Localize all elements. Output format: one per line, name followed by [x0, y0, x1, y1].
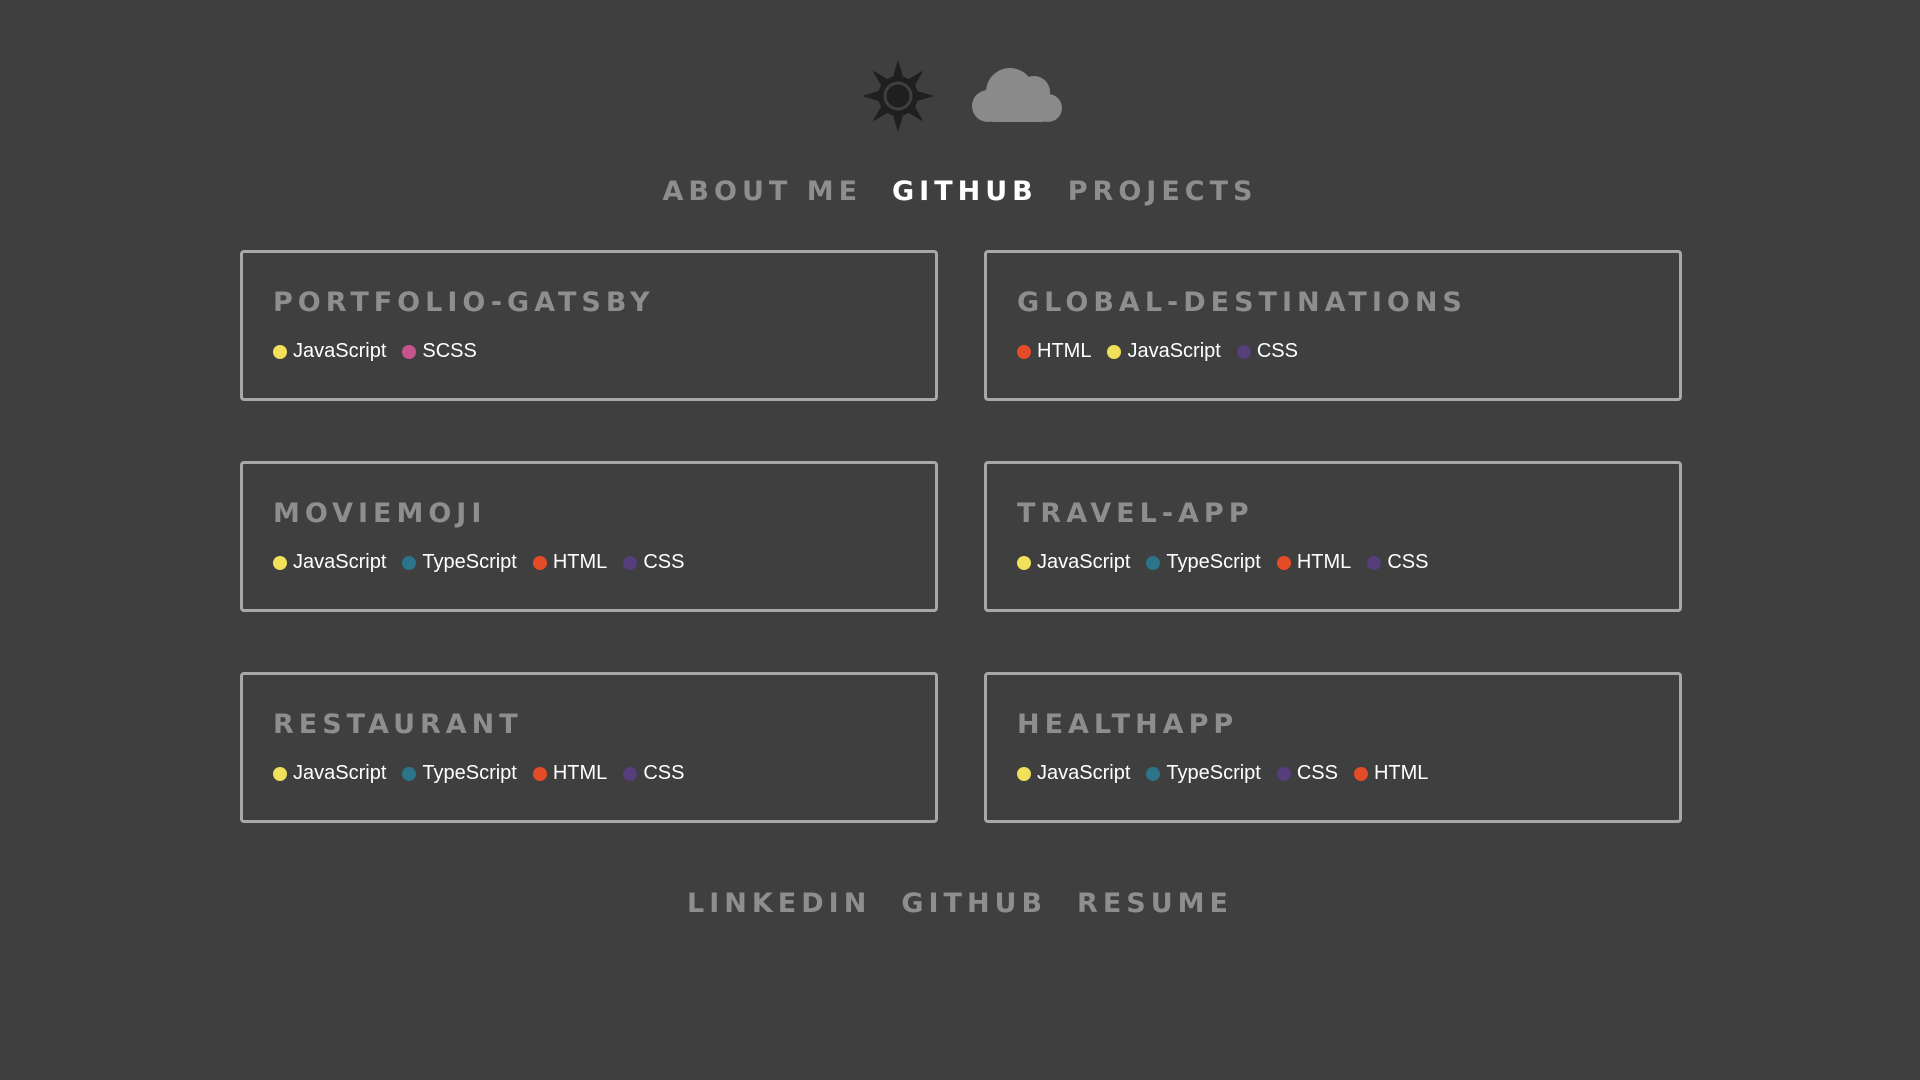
language-list: JavaScript SCSS [273, 340, 905, 363]
language-label: CSS [1296, 762, 1338, 784]
language-dot [273, 555, 287, 570]
language-item: TypeScript [1146, 551, 1261, 574]
language-dot [532, 766, 547, 781]
repo-title: HEALTHAPP [1017, 709, 1239, 740]
footer-github-link[interactable]: GITHUB [901, 888, 1047, 919]
nav-about-me[interactable]: ABOUT ME [663, 176, 862, 207]
language-dot [1017, 766, 1031, 781]
footer-links: LINKEDIN GITHUB RESUME [0, 888, 1920, 919]
language-item: CSS [1236, 340, 1298, 363]
language-list: JavaScript TypeScript HTML CSS [273, 551, 905, 574]
language-dot [273, 344, 287, 359]
language-label: TypeScript [1166, 762, 1261, 784]
language-item: TypeScript [1146, 762, 1261, 785]
language-dot [1146, 766, 1161, 781]
language-item: TypeScript [402, 762, 517, 785]
language-dot [273, 766, 287, 781]
language-dot [623, 766, 638, 781]
language-item: HTML [532, 762, 608, 785]
cloud-icon[interactable] [968, 62, 1064, 128]
language-item: JavaScript [273, 762, 386, 785]
language-label: CSS [1387, 551, 1429, 573]
language-dot [1353, 766, 1368, 781]
language-dot [402, 555, 417, 570]
language-label: HTML [1296, 551, 1352, 573]
language-label: JavaScript [293, 762, 387, 784]
language-label: JavaScript [293, 340, 387, 362]
language-dot [1276, 766, 1291, 781]
language-dot [1107, 344, 1122, 359]
language-label: HTML [552, 762, 608, 784]
language-label: SCSS [422, 340, 477, 362]
language-item: HTML [1276, 551, 1352, 574]
language-label: JavaScript [1037, 762, 1131, 784]
language-dot [1367, 555, 1382, 570]
repo-title: GLOBAL-DESTINATIONS [1017, 287, 1467, 318]
language-item: JavaScript [273, 340, 386, 363]
language-item: TypeScript [402, 551, 517, 574]
language-item: JavaScript [1017, 551, 1130, 574]
language-list: JavaScript TypeScript HTML CSS [1017, 551, 1649, 574]
repo-card[interactable]: RESTAURANT JavaScript TypeScript HTML CS… [240, 672, 938, 823]
language-list: JavaScript TypeScript CSS HTML [1017, 762, 1649, 785]
language-label: JavaScript [1127, 340, 1221, 362]
language-dot [402, 766, 417, 781]
language-label: CSS [643, 762, 685, 784]
language-item: JavaScript [1107, 340, 1221, 363]
language-label: TypeScript [1166, 551, 1261, 573]
language-item: CSS [623, 762, 684, 785]
language-dot [623, 555, 638, 570]
language-label: HTML [1037, 340, 1092, 362]
language-item: CSS [1276, 762, 1338, 785]
language-label: CSS [643, 551, 685, 573]
language-item: HTML [1353, 762, 1429, 785]
language-dot [532, 555, 547, 570]
language-item: JavaScript [1017, 762, 1130, 785]
nav-github[interactable]: GITHUB [892, 176, 1038, 207]
main-nav: ABOUT ME GITHUB PROJECTS [0, 176, 1920, 207]
language-list: HTML JavaScript CSS [1017, 340, 1649, 363]
language-dot [1276, 555, 1291, 570]
repo-grid: PORTFOLIO-GATSBY JavaScript SCSS GLOBAL-… [240, 250, 1682, 823]
repo-title: MOVIEMOJI [273, 498, 487, 529]
language-dot [1146, 555, 1161, 570]
language-label: TypeScript [422, 551, 517, 573]
language-dot [1236, 344, 1251, 359]
language-dot [1017, 344, 1031, 359]
theme-toggle [860, 54, 1070, 134]
language-item: HTML [1017, 340, 1091, 363]
sun-icon[interactable] [860, 58, 936, 134]
language-dot [402, 344, 417, 359]
language-label: HTML [552, 551, 608, 573]
language-item: CSS [1367, 551, 1428, 574]
footer-linkedin-link[interactable]: LINKEDIN [687, 888, 871, 919]
repo-card[interactable]: GLOBAL-DESTINATIONS HTML JavaScript CSS [984, 250, 1682, 401]
language-label: HTML [1373, 762, 1429, 784]
language-item: SCSS [402, 340, 477, 363]
footer-resume-link[interactable]: RESUME [1077, 888, 1233, 919]
language-label: JavaScript [1037, 551, 1131, 573]
language-item: HTML [532, 551, 608, 574]
language-dot [1017, 555, 1031, 570]
language-label: JavaScript [293, 551, 387, 573]
language-item: JavaScript [273, 551, 386, 574]
repo-title: PORTFOLIO-GATSBY [273, 287, 655, 318]
repo-card[interactable]: TRAVEL-APP JavaScript TypeScript HTML CS… [984, 461, 1682, 612]
repo-title: RESTAURANT [273, 709, 523, 740]
repo-card[interactable]: HEALTHAPP JavaScript TypeScript CSS HTML [984, 672, 1682, 823]
repo-title: TRAVEL-APP [1017, 498, 1254, 529]
language-item: CSS [623, 551, 684, 574]
language-label: TypeScript [422, 762, 517, 784]
nav-projects[interactable]: PROJECTS [1068, 176, 1258, 207]
language-label: CSS [1256, 340, 1298, 362]
repo-card[interactable]: PORTFOLIO-GATSBY JavaScript SCSS [240, 250, 938, 401]
repo-card[interactable]: MOVIEMOJI JavaScript TypeScript HTML CSS [240, 461, 938, 612]
page: ABOUT ME GITHUB PROJECTS PORTFOLIO-GATSB… [0, 0, 1920, 1080]
language-list: JavaScript TypeScript HTML CSS [273, 762, 905, 785]
